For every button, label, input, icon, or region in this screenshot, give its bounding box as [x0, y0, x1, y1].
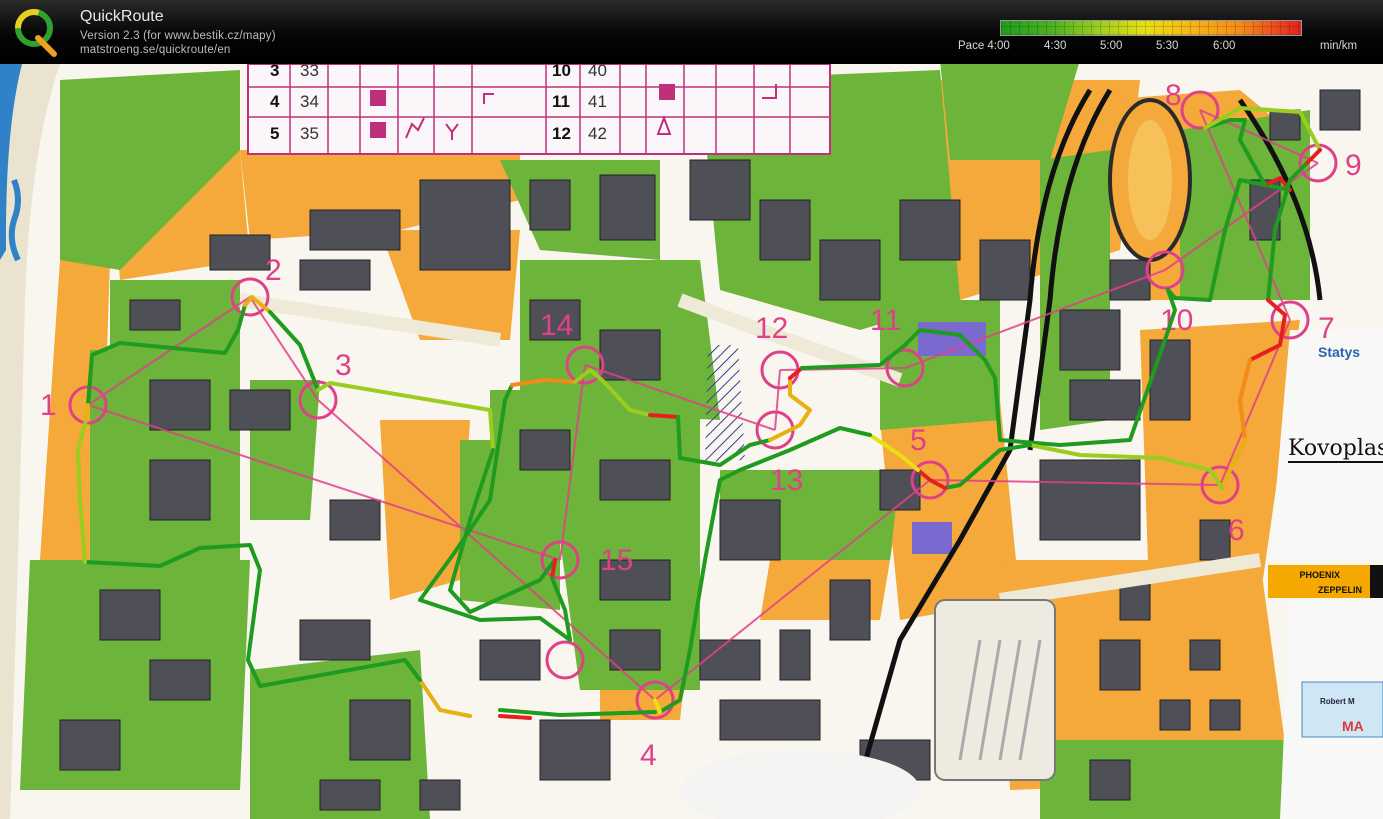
control-label-5: 5 [910, 424, 927, 457]
control-label-9: 9 [1345, 149, 1362, 182]
control-label-13: 13 [770, 464, 803, 497]
app-url[interactable]: matstroeng.se/quickroute/en [80, 44, 231, 56]
desc-right-2-num: 12 [552, 124, 571, 143]
desc-left-2-num: 5 [270, 124, 279, 143]
control-label-1: 1 [40, 389, 57, 422]
track-infield [1128, 120, 1172, 240]
control-label-11: 11 [870, 304, 901, 337]
desc-right-1-code: 41 [588, 92, 607, 111]
control-label-12: 12 [755, 312, 788, 345]
control-label-6: 6 [1228, 514, 1245, 547]
quickroute-logo-icon [15, 9, 57, 57]
app-title: QuickRoute [80, 8, 164, 25]
map-canvas[interactable]: PHOENIX ZEPPELIN Robert M MA Kovoplas St… [0, 64, 1383, 819]
control-label-7: 7 [1318, 312, 1335, 345]
control-label-8: 8 [1165, 79, 1182, 112]
header-bar: QuickRoute Version 2.3 (for www.bestik.c… [0, 0, 1383, 64]
pace-color-scale [1000, 20, 1302, 36]
pace-label-3: 5:30 [1156, 40, 1179, 52]
pace-label-4: 6:00 [1213, 40, 1236, 52]
desc-right-2-code: 42 [588, 124, 607, 143]
desc-right-0-num: 10 [552, 64, 571, 80]
parking-lot [934, 599, 1056, 781]
control-description-sheet: 3 33 4 34 5 35 10 40 11 41 12 42 [247, 64, 831, 155]
sponsor-sign-text: MA [1342, 718, 1364, 734]
control-label-14: 14 [540, 309, 573, 342]
phoenix-sign-dark [1370, 565, 1383, 598]
desc-right-0-code: 40 [588, 64, 607, 80]
control-label-15: 15 [600, 544, 633, 577]
pace-label-2: 5:00 [1100, 40, 1123, 52]
zeppelin-label: ZEPPELIN [1318, 585, 1362, 595]
orienteering-map[interactable]: PHOENIX ZEPPELIN Robert M MA Kovoplas St… [0, 64, 1383, 819]
control-label-2: 2 [265, 254, 282, 287]
app-version: Version 2.3 (for www.bestik.cz/mapy) [80, 30, 276, 42]
desc-left-2-code: 35 [300, 124, 319, 143]
phoenix-label: PHOENIX [1299, 570, 1340, 580]
desc-right-1-num: 11 [552, 92, 570, 111]
statys-label: Statys [1318, 344, 1360, 360]
forbidden-hatched-area [705, 345, 745, 462]
kovoplast-label: Kovoplas [1288, 436, 1383, 461]
sponsor-sign-name: Robert M [1320, 697, 1355, 706]
pace-unit: min/km [1320, 40, 1358, 52]
desc-left-0-num: 3 [270, 64, 279, 80]
restricted-area-2 [912, 522, 952, 554]
pace-label-0: Pace 4:00 [958, 40, 1010, 52]
desc-left-0-code: 33 [300, 64, 319, 80]
desc-left-1-num: 4 [270, 92, 280, 111]
pace-label-1: 4:30 [1044, 40, 1067, 52]
control-label-3: 3 [335, 349, 352, 382]
desc-left-1-code: 34 [300, 92, 319, 111]
control-label-4: 4 [640, 739, 657, 772]
